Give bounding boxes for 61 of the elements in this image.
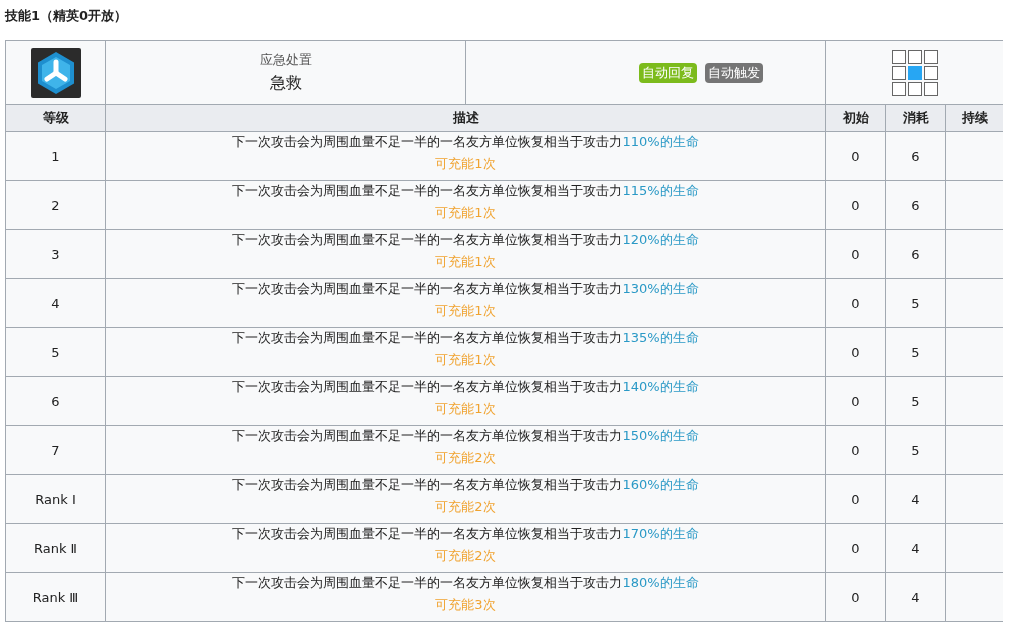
skill-category: 应急处置	[259, 51, 312, 69]
level-text: 4	[51, 295, 60, 311]
charge-text: 可充能2次	[435, 498, 496, 516]
initial-value: 0	[851, 393, 860, 409]
cost-value: 6	[911, 148, 920, 164]
initial-value: 0	[851, 246, 860, 262]
cost-value: 5	[911, 344, 920, 360]
cost-value: 5	[911, 442, 920, 458]
charge-text: 可充能2次	[435, 547, 496, 565]
level-text: 7	[51, 442, 60, 458]
charge-text: 可充能1次	[435, 400, 496, 418]
description-text: 下一次攻击会为周围血量不足一半的一名友方单位恢复相当于攻击力 150%的生命	[232, 427, 699, 445]
tag: 自动回复	[638, 62, 697, 83]
level-text: 1	[51, 148, 60, 164]
description-text: 下一次攻击会为周围血量不足一半的一名友方单位恢复相当于攻击力 160%的生命	[232, 476, 699, 494]
level-text: Rank Ⅲ	[32, 589, 79, 605]
description-text: 下一次攻击会为周围血量不足一半的一名友方单位恢复相当于攻击力 130%的生命	[232, 280, 699, 298]
description-text: 下一次攻击会为周围血量不足一半的一名友方单位恢复相当于攻击力 170%的生命	[232, 525, 699, 543]
description-text: 下一次攻击会为周围血量不足一半的一名友方单位恢复相当于攻击力 140%的生命	[232, 378, 699, 396]
column-header: 初始	[842, 109, 869, 127]
charge-text: 可充能1次	[435, 351, 496, 369]
cost-value: 4	[911, 589, 920, 605]
initial-value: 0	[851, 148, 860, 164]
initial-value: 0	[851, 540, 860, 556]
level-text: 5	[51, 344, 60, 360]
description-text: 下一次攻击会为周围血量不足一半的一名友方单位恢复相当于攻击力 115%的生命	[232, 182, 699, 200]
charge-text: 可充能2次	[435, 449, 496, 467]
cost-value: 6	[911, 246, 920, 262]
tag: 自动触发	[704, 62, 763, 83]
level-text: Rank Ⅱ	[34, 540, 77, 556]
description-text: 下一次攻击会为周围血量不足一半的一名友方单位恢复相当于攻击力 135%的生命	[232, 329, 699, 347]
column-header: 等级	[42, 109, 69, 127]
charge-text: 可充能3次	[435, 596, 496, 614]
description-text: 下一次攻击会为周围血量不足一半的一名友方单位恢复相当于攻击力 120%的生命	[232, 231, 699, 249]
section-title: 技能1（精英0开放）	[5, 8, 128, 23]
level-text: 3	[51, 246, 60, 262]
charge-text: 可充能1次	[435, 155, 496, 173]
description-text: 下一次攻击会为周围血量不足一半的一名友方单位恢复相当于攻击力 110%的生命	[232, 133, 699, 151]
initial-value: 0	[851, 491, 860, 507]
column-header: 持续	[961, 109, 988, 127]
level-text: 2	[51, 197, 60, 213]
initial-value: 0	[851, 442, 860, 458]
charge-text: 可充能1次	[435, 302, 496, 320]
cost-value: 6	[911, 197, 920, 213]
initial-value: 0	[851, 197, 860, 213]
skill-name: 急救	[269, 73, 302, 94]
level-text: Rank Ⅰ	[35, 491, 76, 507]
column-header: 描述	[452, 109, 479, 127]
initial-value: 0	[851, 344, 860, 360]
cost-value: 5	[911, 295, 920, 311]
snowflake-icon	[30, 47, 81, 98]
charge-text: 可充能1次	[435, 253, 496, 271]
column-header: 消耗	[902, 109, 929, 127]
level-text: 6	[51, 393, 60, 409]
charge-text: 可充能1次	[435, 204, 496, 222]
description-text: 下一次攻击会为周围血量不足一半的一名友方单位恢复相当于攻击力 180%的生命	[232, 574, 699, 592]
cost-value: 4	[911, 491, 920, 507]
cost-value: 4	[911, 540, 920, 556]
initial-value: 0	[851, 295, 860, 311]
initial-value: 0	[851, 589, 860, 605]
cost-value: 5	[911, 393, 920, 409]
